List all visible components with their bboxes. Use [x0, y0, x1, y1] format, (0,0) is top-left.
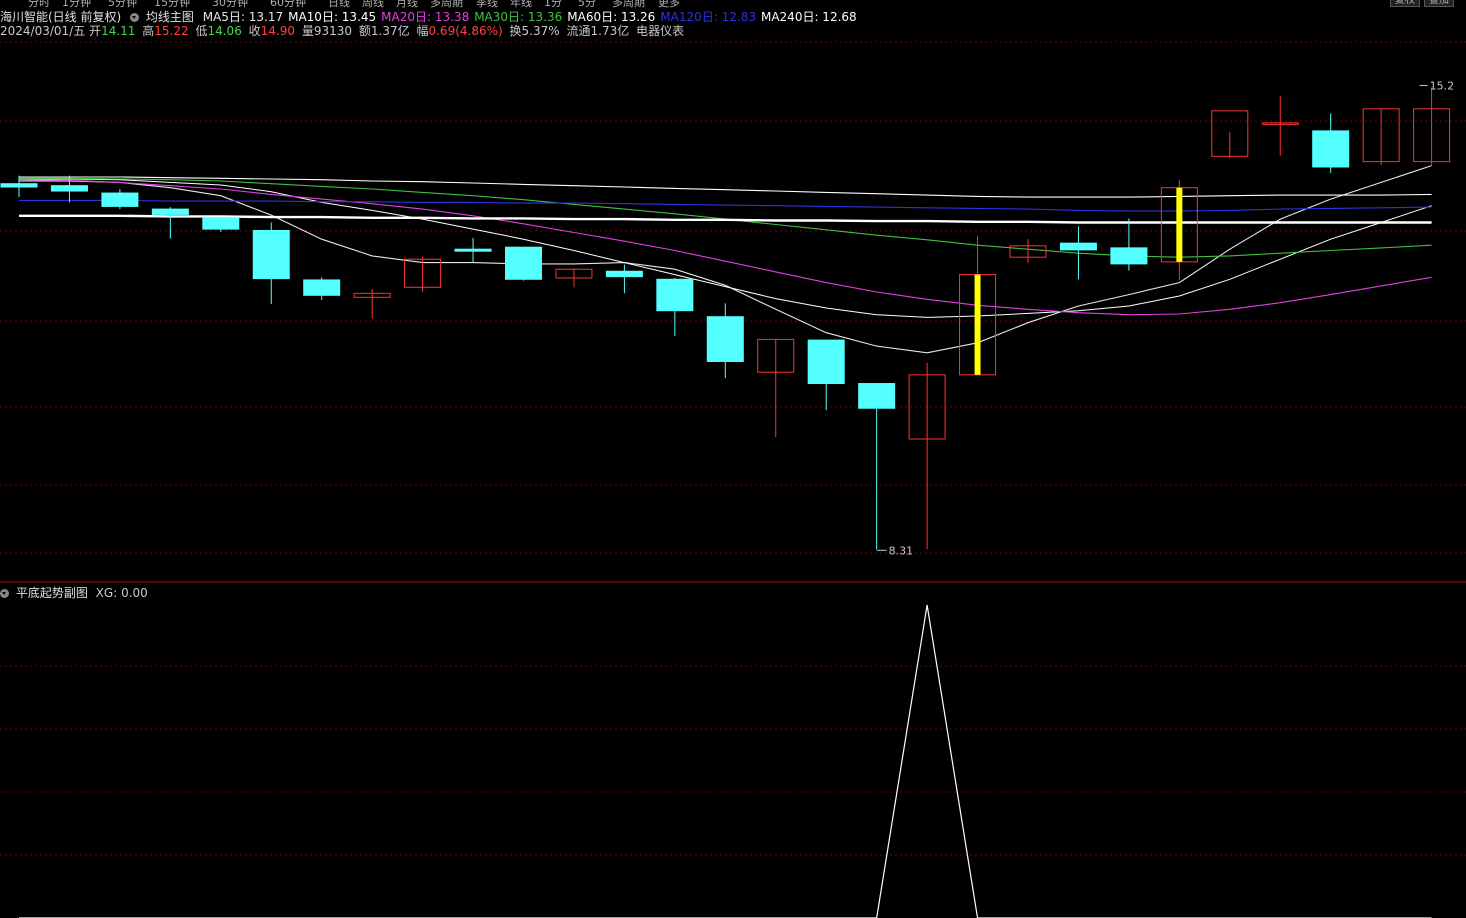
ma-line-ma120 [19, 199, 1432, 212]
candle-body-down [858, 383, 896, 409]
candle-body-down [656, 278, 694, 312]
xg-line [19, 604, 1432, 918]
signal-bar [974, 274, 981, 375]
kline-chart[interactable]: 15.2 8.31 [0, 0, 1466, 918]
candle-body-down [454, 248, 492, 252]
candle-body-down [505, 246, 542, 280]
candle-body-down [605, 270, 643, 278]
candle-body-down [1110, 247, 1148, 265]
candle-body-down [151, 208, 189, 215]
candle-body-down [1059, 242, 1097, 251]
candle-body-down [202, 217, 240, 230]
candle-body-down [1312, 130, 1350, 168]
candle-body-down [101, 192, 139, 207]
ma-line-ma60 [19, 176, 1432, 198]
candle-body-down [303, 279, 341, 296]
candle-body-down [807, 339, 845, 385]
candle-body-down [706, 316, 744, 362]
candle-body-down [50, 185, 88, 192]
candle-body-down [252, 229, 290, 280]
signal-bar [1176, 187, 1183, 262]
low-marker-label: 8.31 [889, 544, 914, 557]
candle-body-down [0, 183, 38, 188]
high-marker-label: 15.2 [1430, 79, 1455, 92]
